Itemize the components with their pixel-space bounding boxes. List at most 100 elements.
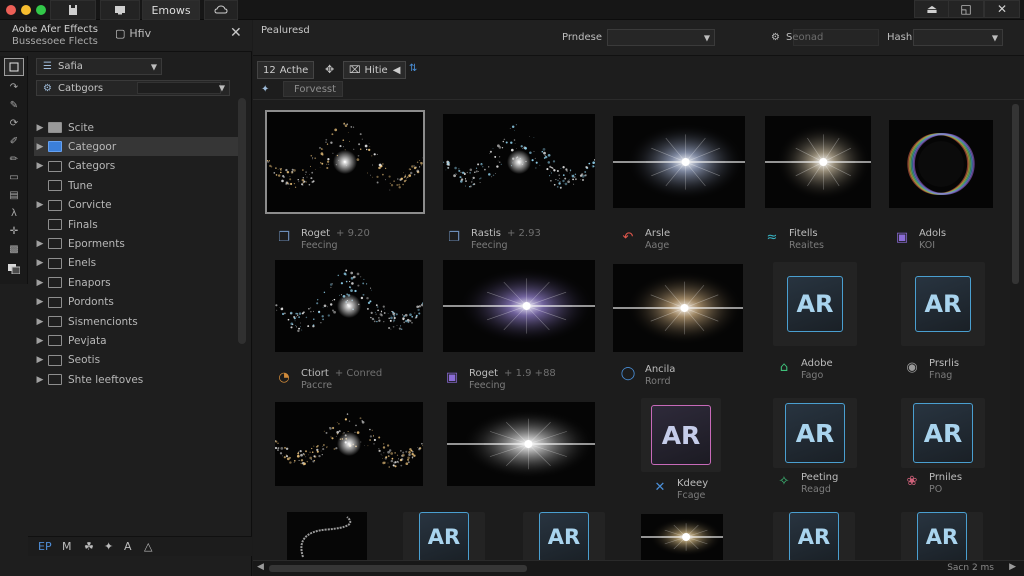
pen-tool-icon[interactable]: ✎: [4, 96, 24, 114]
sparkle-icon[interactable]: ✦: [104, 540, 113, 553]
tree-item[interactable]: ▶ Eporments: [34, 234, 238, 253]
stamp-tool-icon[interactable]: ▤: [4, 186, 24, 204]
preset-caption[interactable]: ↶ Arsle Aage: [619, 228, 671, 252]
tree-item[interactable]: ▶ Seotis: [34, 351, 238, 370]
preset-thumbnail[interactable]: [275, 260, 423, 352]
chevron-right-icon[interactable]: ▶: [34, 200, 46, 210]
chevron-right-icon[interactable]: ▶: [34, 239, 46, 249]
select-tool-icon[interactable]: [4, 58, 24, 76]
active-filter-button[interactable]: 12 Acthe: [257, 61, 315, 79]
preset-caption[interactable]: ❀ Prniles PO: [903, 472, 963, 496]
preset-caption[interactable]: ❐ Rastis + 2.93 Feecing: [445, 228, 541, 252]
preset-caption[interactable]: ◉ Prsrlis Fnag: [903, 358, 959, 382]
puzzle-icon[interactable]: ☘: [84, 540, 94, 553]
chevron-right-icon[interactable]: ▶: [34, 297, 46, 307]
preset-thumbnail[interactable]: AR: [901, 512, 983, 560]
tree-item[interactable]: ▶ Pordonts: [34, 293, 238, 312]
preset-thumbnail[interactable]: AR: [403, 512, 485, 560]
tree-item[interactable]: ▶ Categoor: [34, 137, 238, 157]
panel-close-icon[interactable]: ✕: [230, 25, 242, 41]
eraser-tool-icon[interactable]: ▭: [4, 168, 24, 186]
chevron-right-icon[interactable]: ▶: [34, 258, 46, 268]
preset-caption[interactable]: ▣ Adols KOI: [893, 228, 946, 252]
hide-filter-button[interactable]: ⌧ Hitie ◀: [343, 61, 407, 79]
document-icon[interactable]: [50, 0, 96, 20]
text-icon[interactable]: A: [124, 540, 132, 553]
preset-dropdown[interactable]: ▼: [607, 29, 715, 46]
chevron-right-icon[interactable]: ▶: [34, 278, 46, 288]
preset-thumbnail[interactable]: [287, 512, 367, 560]
film-icon[interactable]: M: [62, 540, 72, 553]
tree-item[interactable]: ▶ Sismencionts: [34, 312, 238, 331]
preset-caption[interactable]: ✕ Kdeey Fcage: [651, 478, 709, 502]
chevron-right-icon[interactable]: ▶: [34, 142, 46, 152]
shape-tool-icon[interactable]: ▩: [4, 240, 24, 258]
close-button[interactable]: ✕: [984, 0, 1020, 18]
chevron-right-icon[interactable]: ▶: [34, 355, 46, 365]
tree-item[interactable]: Finals: [34, 215, 238, 234]
tree-item[interactable]: ▶ Shte leeftoves: [34, 370, 238, 389]
search-input[interactable]: [793, 29, 879, 46]
tree-item[interactable]: ▶ Categors: [34, 157, 238, 176]
preset-caption[interactable]: ⌂ Adobe Fago: [775, 358, 833, 382]
preset-thumbnail[interactable]: AR: [773, 262, 857, 346]
preset-caption[interactable]: ❐ Roget + 9.20 Feecing: [275, 228, 370, 252]
tab-hfiv[interactable]: ▢ Hfiv: [115, 27, 151, 40]
minimize-window-button[interactable]: [21, 5, 31, 15]
preset-thumbnail[interactable]: [443, 260, 595, 352]
preset-caption[interactable]: ◯ Ancila Rorrd: [619, 364, 676, 388]
preset-caption[interactable]: ◔ Ctiort + Conred Paccre: [275, 368, 382, 392]
transform-tool-icon[interactable]: ↷: [4, 78, 24, 96]
preset-thumbnail[interactable]: AR: [901, 262, 985, 346]
panel-scrollbar[interactable]: [238, 98, 246, 344]
zoom-window-button[interactable]: [36, 5, 46, 15]
rotate-tool-icon[interactable]: ⟳: [4, 114, 24, 132]
subfilter-field[interactable]: Forvesst: [283, 81, 343, 97]
preset-thumbnail[interactable]: AR: [773, 398, 857, 468]
brush-tool-icon[interactable]: ✐: [4, 132, 24, 150]
cloud-sync-icon[interactable]: [204, 0, 238, 20]
eject-button[interactable]: ⏏: [914, 0, 950, 18]
puppet-tool-icon[interactable]: λ: [4, 204, 24, 222]
fill-color-icon[interactable]: [4, 260, 24, 278]
preset-thumbnail[interactable]: [447, 402, 595, 486]
tree-item[interactable]: ▶ Enels: [34, 254, 238, 273]
chevron-right-icon[interactable]: ▶: [34, 375, 46, 385]
preset-thumbnail[interactable]: [641, 514, 723, 560]
chevron-right-icon[interactable]: ▶: [34, 336, 46, 346]
preset-thumbnail[interactable]: [765, 116, 871, 208]
anchor-tool-icon[interactable]: ✛: [4, 222, 24, 240]
favorite-icon[interactable]: ✦: [261, 84, 269, 95]
preset-thumbnail[interactable]: AR: [641, 398, 721, 472]
pencil-tool-icon[interactable]: ✏: [4, 150, 24, 168]
preset-thumbnail[interactable]: [265, 110, 425, 214]
chevron-right-icon[interactable]: ▶: [34, 123, 46, 133]
tree-item[interactable]: ▶ Scite: [34, 118, 238, 137]
preset-thumbnail[interactable]: [443, 114, 595, 210]
tree-item[interactable]: ▶ Pevjata: [34, 331, 238, 350]
chevron-right-icon[interactable]: ▶: [34, 317, 46, 327]
preset-thumbnail[interactable]: AR: [901, 398, 985, 468]
close-window-button[interactable]: [6, 5, 16, 15]
horizontal-scroll-thumb[interactable]: [269, 565, 527, 572]
tree-item[interactable]: ▶ Enapors: [34, 273, 238, 292]
hash-dropdown[interactable]: ▼: [913, 29, 1003, 46]
preset-caption[interactable]: ✧ Peeting Reagd: [775, 472, 839, 496]
preset-caption[interactable]: ▣ Roget + 1.9 +88 Feecing: [443, 368, 556, 392]
monitor-icon[interactable]: [100, 0, 140, 20]
shape-icon[interactable]: △: [144, 540, 152, 553]
category-filter-input[interactable]: [137, 82, 221, 94]
category-filter-dropdown[interactable]: ⚙ Catbgors ▼: [36, 80, 230, 96]
maximize-button[interactable]: ◱: [948, 0, 984, 18]
preset-thumbnail[interactable]: [613, 264, 743, 352]
scope-dropdown[interactable]: ☰ Safia ▼: [36, 58, 162, 75]
scroll-thumb[interactable]: [1012, 104, 1019, 284]
tree-item[interactable]: Tune: [34, 176, 238, 195]
scroll-right-icon[interactable]: ▶: [1009, 562, 1016, 572]
grid-vertical-scrollbar[interactable]: [1010, 100, 1020, 560]
link-icon[interactable]: ⇅: [409, 63, 417, 74]
move-icon[interactable]: ✥: [325, 63, 334, 76]
scroll-left-icon[interactable]: ◀: [257, 562, 264, 572]
grid-horizontal-scrollbar[interactable]: ◀ Sacn 2 ms ▶: [253, 560, 1024, 576]
chevron-right-icon[interactable]: ▶: [34, 161, 46, 171]
